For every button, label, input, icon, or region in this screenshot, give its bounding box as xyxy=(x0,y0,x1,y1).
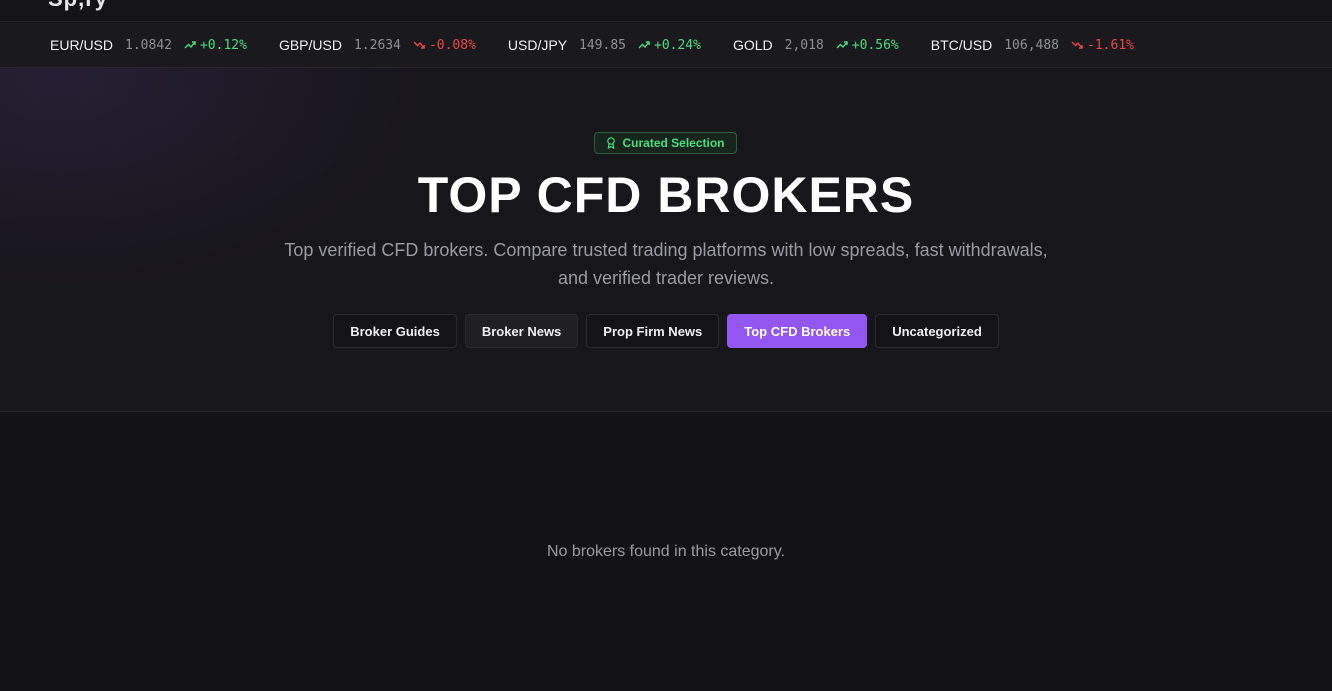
award-icon xyxy=(607,137,616,149)
ticker-symbol: BTC/USD xyxy=(930,37,993,53)
page-subtitle: Top verified CFD brokers. Compare truste… xyxy=(284,240,1048,288)
ticker-symbol: GOLD xyxy=(732,37,773,53)
ticker-price: 1.0842 xyxy=(125,37,172,53)
ticker-price: 149.85 xyxy=(579,37,626,53)
trend-up-icon xyxy=(836,41,848,49)
ticker-price: 106,488 xyxy=(1004,37,1060,53)
category-broker-guides[interactable]: Broker Guides xyxy=(333,314,457,348)
curated-selection-badge: Curated Selection xyxy=(594,132,737,154)
ticker-change-value: +0.56% xyxy=(851,37,899,53)
badge-label: Curated Selection xyxy=(622,136,725,150)
ticker-change: -0.08% xyxy=(413,38,476,53)
ticker-item-usdjpy[interactable]: USD/JPY 149.85 +0.24% xyxy=(508,37,701,53)
market-ticker: EUR/USD 1.0842 +0.12% GBP/USD 1.2634 -0.… xyxy=(0,23,1332,68)
ticker-item-btcusd[interactable]: BTC/USD 106,488 -1.61% xyxy=(931,37,1134,53)
empty-state-message: No brokers found in this category. xyxy=(546,543,786,560)
category-top-cfd-brokers[interactable]: Top CFD Brokers xyxy=(727,314,868,348)
ticker-change-value: -0.08% xyxy=(428,37,476,53)
category-broker-news[interactable]: Broker News xyxy=(464,314,579,348)
site-header: Sp,ry xyxy=(0,0,1332,22)
ticker-change-value: +0.24% xyxy=(654,37,701,53)
hero-section: Curated Selection TOP CFD BROKERS Top ve… xyxy=(0,68,1332,412)
ticker-change: +0.56% xyxy=(836,38,899,53)
category-prop-firm-news[interactable]: Prop Firm News xyxy=(586,314,720,348)
ticker-item-eurusd[interactable]: EUR/USD 1.0842 +0.12% xyxy=(50,37,247,53)
site-logo[interactable]: Sp,ry xyxy=(48,0,108,12)
ticker-change: +0.12% xyxy=(184,38,247,53)
ticker-price: 2,018 xyxy=(784,37,824,53)
ticker-item-gbpusd[interactable]: GBP/USD 1.2634 -0.08% xyxy=(279,37,476,53)
ticker-change: +0.24% xyxy=(638,38,701,53)
ticker-price: 1.2634 xyxy=(353,37,401,53)
ticker-change-value: +0.12% xyxy=(199,37,247,53)
ticker-item-gold[interactable]: GOLD 2,018 +0.56% xyxy=(733,37,899,53)
trend-down-icon xyxy=(1071,41,1083,49)
category-uncategorized[interactable]: Uncategorized xyxy=(875,314,999,348)
category-filter: Broker Guides Broker News Prop Firm News… xyxy=(0,314,1332,348)
ticker-symbol: GBP/USD xyxy=(278,37,342,53)
trend-down-icon xyxy=(413,41,425,49)
trend-up-icon xyxy=(184,41,196,49)
trend-up-icon xyxy=(638,41,650,49)
ticker-symbol: EUR/USD xyxy=(50,37,114,53)
ticker-change-value: -1.61% xyxy=(1087,37,1134,53)
ticker-change: -1.61% xyxy=(1071,38,1134,53)
ticker-symbol: USD/JPY xyxy=(507,37,568,53)
page-title: TOP CFD BROKERS xyxy=(417,167,915,223)
